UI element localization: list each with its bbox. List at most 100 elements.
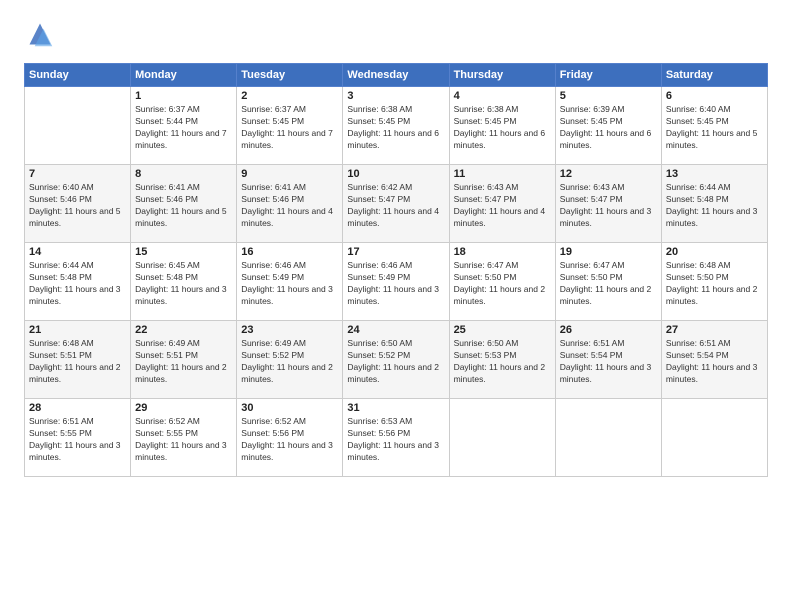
week-row-2: 14Sunrise: 6:44 AMSunset: 5:48 PMDayligh… bbox=[25, 243, 768, 321]
week-row-1: 7 Sunrise: 6:40 AMSunset: 5:46 PMDaylight… bbox=[25, 165, 768, 243]
day-number: 13 bbox=[666, 168, 763, 180]
day-info: Sunrise: 6:50 AMSunset: 5:53 PMDaylight:… bbox=[454, 338, 551, 386]
day-number: 19 bbox=[560, 246, 657, 258]
day-cell: 6 Sunrise: 6:40 AMSunset: 5:45 PMDaylight… bbox=[661, 87, 767, 165]
day-info: Sunrise: 6:37 AMSunset: 5:45 PMDaylight:… bbox=[241, 104, 338, 152]
day-number: 29 bbox=[135, 402, 232, 414]
day-cell: 8 Sunrise: 6:41 AMSunset: 5:46 PMDaylight… bbox=[131, 165, 237, 243]
day-cell: 14Sunrise: 6:44 AMSunset: 5:48 PMDayligh… bbox=[25, 243, 131, 321]
day-number: 10 bbox=[347, 168, 444, 180]
day-cell: 4 Sunrise: 6:38 AMSunset: 5:45 PMDaylight… bbox=[449, 87, 555, 165]
day-info: Sunrise: 6:46 AMSunset: 5:49 PMDaylight:… bbox=[347, 260, 444, 308]
day-number: 27 bbox=[666, 324, 763, 336]
day-cell: 11 Sunrise: 6:43 AMSunset: 5:47 PMDayligh… bbox=[449, 165, 555, 243]
logo-icon bbox=[26, 20, 54, 48]
day-info: Sunrise: 6:51 AMSunset: 5:54 PMDaylight:… bbox=[560, 338, 657, 386]
day-number: 11 bbox=[454, 168, 551, 180]
day-number: 2 bbox=[241, 90, 338, 102]
day-number: 25 bbox=[454, 324, 551, 336]
day-number: 22 bbox=[135, 324, 232, 336]
day-number: 6 bbox=[666, 90, 763, 102]
day-number: 4 bbox=[454, 90, 551, 102]
day-number: 26 bbox=[560, 324, 657, 336]
day-info: Sunrise: 6:48 AMSunset: 5:51 PMDaylight:… bbox=[29, 338, 126, 386]
day-number: 9 bbox=[241, 168, 338, 180]
calendar-table: SundayMondayTuesdayWednesdayThursdayFrid… bbox=[24, 63, 768, 477]
day-info: Sunrise: 6:41 AMSunset: 5:46 PMDaylight:… bbox=[135, 182, 232, 230]
day-cell: 29 Sunrise: 6:52 AMSunset: 5:55 PMDayligh… bbox=[131, 399, 237, 477]
day-number: 12 bbox=[560, 168, 657, 180]
day-info: Sunrise: 6:42 AMSunset: 5:47 PMDaylight:… bbox=[347, 182, 444, 230]
header-row: SundayMondayTuesdayWednesdayThursdayFrid… bbox=[25, 64, 768, 87]
day-number: 8 bbox=[135, 168, 232, 180]
day-info: Sunrise: 6:38 AMSunset: 5:45 PMDaylight:… bbox=[347, 104, 444, 152]
day-number: 1 bbox=[135, 90, 232, 102]
day-cell: 7 Sunrise: 6:40 AMSunset: 5:46 PMDaylight… bbox=[25, 165, 131, 243]
day-number: 20 bbox=[666, 246, 763, 258]
day-number: 7 bbox=[29, 168, 126, 180]
header-thursday: Thursday bbox=[449, 64, 555, 87]
day-cell: 31Sunrise: 6:53 AMSunset: 5:56 PMDayligh… bbox=[343, 399, 449, 477]
day-cell: 18Sunrise: 6:47 AMSunset: 5:50 PMDayligh… bbox=[449, 243, 555, 321]
day-info: Sunrise: 6:46 AMSunset: 5:49 PMDaylight:… bbox=[241, 260, 338, 308]
day-number: 30 bbox=[241, 402, 338, 414]
day-info: Sunrise: 6:45 AMSunset: 5:48 PMDaylight:… bbox=[135, 260, 232, 308]
day-cell: 2 Sunrise: 6:37 AMSunset: 5:45 PMDaylight… bbox=[237, 87, 343, 165]
day-cell: 22 Sunrise: 6:49 AMSunset: 5:51 PMDayligh… bbox=[131, 321, 237, 399]
day-cell: 15 Sunrise: 6:45 AMSunset: 5:48 PMDayligh… bbox=[131, 243, 237, 321]
header-sunday: Sunday bbox=[25, 64, 131, 87]
day-info: Sunrise: 6:44 AMSunset: 5:48 PMDaylight:… bbox=[666, 182, 763, 230]
day-number: 21 bbox=[29, 324, 126, 336]
day-number: 28 bbox=[29, 402, 126, 414]
day-number: 23 bbox=[241, 324, 338, 336]
day-cell: 13 Sunrise: 6:44 AMSunset: 5:48 PMDayligh… bbox=[661, 165, 767, 243]
day-info: Sunrise: 6:41 AMSunset: 5:46 PMDaylight:… bbox=[241, 182, 338, 230]
day-info: Sunrise: 6:43 AMSunset: 5:47 PMDaylight:… bbox=[560, 182, 657, 230]
day-info: Sunrise: 6:38 AMSunset: 5:45 PMDaylight:… bbox=[454, 104, 551, 152]
day-cell: 1 Sunrise: 6:37 AMSunset: 5:44 PMDaylight… bbox=[131, 87, 237, 165]
week-row-3: 21 Sunrise: 6:48 AMSunset: 5:51 PMDayligh… bbox=[25, 321, 768, 399]
day-info: Sunrise: 6:47 AMSunset: 5:50 PMDaylight:… bbox=[560, 260, 657, 308]
day-cell: 5Sunrise: 6:39 AMSunset: 5:45 PMDaylight… bbox=[555, 87, 661, 165]
day-cell: 25 Sunrise: 6:50 AMSunset: 5:53 PMDayligh… bbox=[449, 321, 555, 399]
day-cell: 16Sunrise: 6:46 AMSunset: 5:49 PMDayligh… bbox=[237, 243, 343, 321]
day-cell: 27 Sunrise: 6:51 AMSunset: 5:54 PMDayligh… bbox=[661, 321, 767, 399]
day-cell bbox=[449, 399, 555, 477]
week-row-0: 1 Sunrise: 6:37 AMSunset: 5:44 PMDaylight… bbox=[25, 87, 768, 165]
header-saturday: Saturday bbox=[661, 64, 767, 87]
logo bbox=[24, 20, 58, 53]
day-number: 3 bbox=[347, 90, 444, 102]
day-cell: 17 Sunrise: 6:46 AMSunset: 5:49 PMDayligh… bbox=[343, 243, 449, 321]
day-info: Sunrise: 6:39 AMSunset: 5:45 PMDaylight:… bbox=[560, 104, 657, 152]
day-cell: 28 Sunrise: 6:51 AMSunset: 5:55 PMDayligh… bbox=[25, 399, 131, 477]
day-info: Sunrise: 6:43 AMSunset: 5:47 PMDaylight:… bbox=[454, 182, 551, 230]
day-cell: 3 Sunrise: 6:38 AMSunset: 5:45 PMDaylight… bbox=[343, 87, 449, 165]
day-cell: 12 Sunrise: 6:43 AMSunset: 5:47 PMDayligh… bbox=[555, 165, 661, 243]
day-cell bbox=[555, 399, 661, 477]
day-info: Sunrise: 6:37 AMSunset: 5:44 PMDaylight:… bbox=[135, 104, 232, 152]
header-monday: Monday bbox=[131, 64, 237, 87]
day-info: Sunrise: 6:52 AMSunset: 5:55 PMDaylight:… bbox=[135, 416, 232, 464]
header-wednesday: Wednesday bbox=[343, 64, 449, 87]
day-cell: 19 Sunrise: 6:47 AMSunset: 5:50 PMDayligh… bbox=[555, 243, 661, 321]
day-info: Sunrise: 6:51 AMSunset: 5:55 PMDaylight:… bbox=[29, 416, 126, 464]
day-number: 31 bbox=[347, 402, 444, 414]
day-info: Sunrise: 6:49 AMSunset: 5:51 PMDaylight:… bbox=[135, 338, 232, 386]
day-cell: 20Sunrise: 6:48 AMSunset: 5:50 PMDayligh… bbox=[661, 243, 767, 321]
day-cell: 23 Sunrise: 6:49 AMSunset: 5:52 PMDayligh… bbox=[237, 321, 343, 399]
day-cell: 30 Sunrise: 6:52 AMSunset: 5:56 PMDayligh… bbox=[237, 399, 343, 477]
day-number: 15 bbox=[135, 246, 232, 258]
day-cell: 21 Sunrise: 6:48 AMSunset: 5:51 PMDayligh… bbox=[25, 321, 131, 399]
day-info: Sunrise: 6:50 AMSunset: 5:52 PMDaylight:… bbox=[347, 338, 444, 386]
day-cell: 26 Sunrise: 6:51 AMSunset: 5:54 PMDayligh… bbox=[555, 321, 661, 399]
day-info: Sunrise: 6:40 AMSunset: 5:46 PMDaylight:… bbox=[29, 182, 126, 230]
day-cell bbox=[25, 87, 131, 165]
header-friday: Friday bbox=[555, 64, 661, 87]
week-row-4: 28 Sunrise: 6:51 AMSunset: 5:55 PMDayligh… bbox=[25, 399, 768, 477]
day-number: 17 bbox=[347, 246, 444, 258]
day-info: Sunrise: 6:40 AMSunset: 5:45 PMDaylight:… bbox=[666, 104, 763, 152]
day-info: Sunrise: 6:49 AMSunset: 5:52 PMDaylight:… bbox=[241, 338, 338, 386]
day-info: Sunrise: 6:52 AMSunset: 5:56 PMDaylight:… bbox=[241, 416, 338, 464]
day-info: Sunrise: 6:51 AMSunset: 5:54 PMDaylight:… bbox=[666, 338, 763, 386]
day-info: Sunrise: 6:47 AMSunset: 5:50 PMDaylight:… bbox=[454, 260, 551, 308]
